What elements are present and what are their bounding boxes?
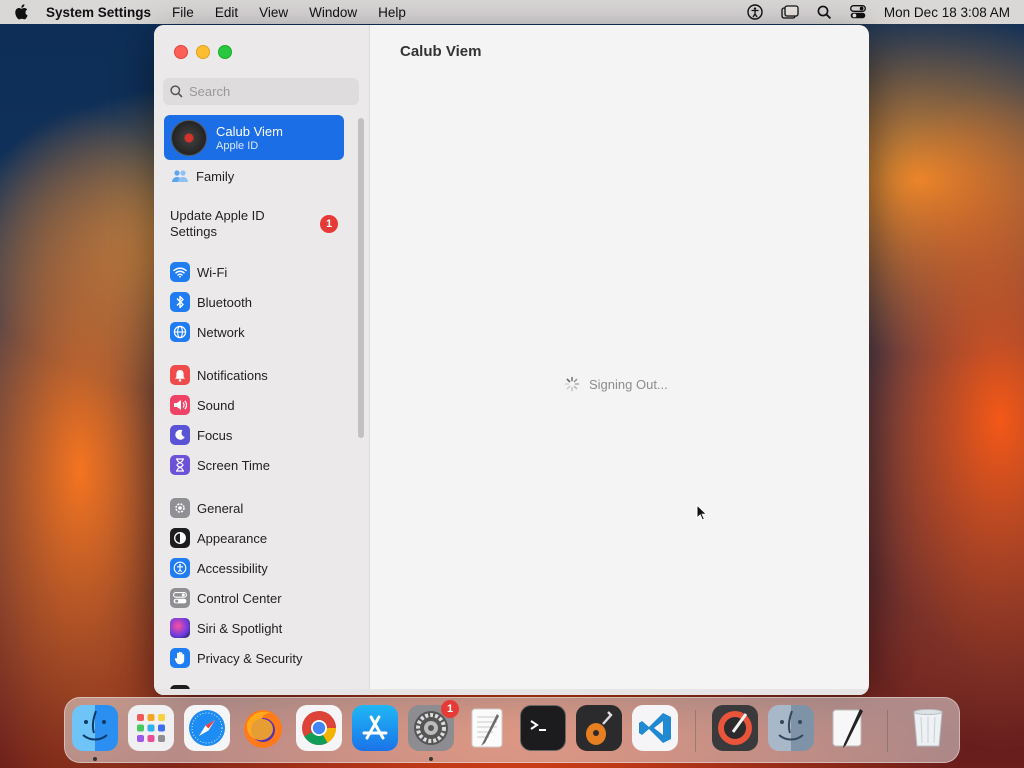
signing-out-status: Signing Out...: [564, 376, 668, 392]
sidebar-item-family[interactable]: Family: [170, 166, 234, 186]
dock-separator: [695, 710, 696, 752]
spinner-icon: [564, 376, 580, 392]
page-title: Calub Viem: [400, 43, 482, 60]
screen-mirroring-icon[interactable]: [781, 4, 799, 20]
dock-vscode-icon[interactable]: [632, 705, 678, 751]
mouse-cursor-icon: [696, 504, 708, 521]
menu-view[interactable]: View: [259, 5, 288, 20]
sidebar-item-privacy-security[interactable]: Privacy & Security: [170, 648, 302, 668]
sidebar-item-label: Focus: [197, 427, 233, 443]
moon-icon: [170, 425, 190, 445]
sidebar-item-label: Accessibility: [197, 560, 268, 576]
hand-icon: [170, 648, 190, 668]
sidebar-item-sound[interactable]: Sound: [170, 395, 235, 415]
appearance-icon: [170, 528, 190, 548]
sidebar-item-label: Control Center: [197, 590, 282, 606]
sidebar-item-network[interactable]: Network: [170, 322, 245, 342]
dock-script-editor-icon[interactable]: [824, 705, 870, 751]
sidebar-item-general[interactable]: General: [170, 498, 243, 518]
sidebar-item-siri-spotlight[interactable]: Siri & Spotlight: [170, 618, 282, 638]
family-icon: [170, 166, 190, 186]
dock: 1: [64, 697, 960, 763]
sidebar-item-label: Wi-Fi: [197, 264, 228, 280]
dock-garageband-icon[interactable]: [576, 705, 622, 751]
dock-textedit-icon[interactable]: [464, 705, 510, 751]
bell-icon: [170, 365, 190, 385]
sidebar-item-appearance[interactable]: Appearance: [170, 528, 267, 548]
sidebar-item-label: Notifications: [197, 367, 268, 383]
dock-running-indicator: [93, 757, 97, 761]
sidebar-item-wifi[interactable]: Wi-Fi: [170, 262, 227, 282]
sidebar: Search Calub Viem Apple ID Family Update…: [154, 25, 370, 695]
status-text: Signing Out...: [589, 376, 668, 392]
menu-edit[interactable]: Edit: [215, 5, 238, 20]
sidebar-item-label: Privacy & Security: [197, 650, 303, 666]
sidebar-item-label: Network: [197, 324, 245, 340]
sidebar-item-notifications[interactable]: Notifications: [170, 365, 268, 385]
dock-firefox-icon[interactable]: [240, 705, 286, 751]
sidebar-item-label: Sound: [197, 397, 235, 413]
hourglass-icon: [170, 455, 190, 475]
gear-icon: [170, 498, 190, 518]
sidebar-item-label: Family: [196, 168, 235, 184]
dock-separator: [887, 710, 888, 752]
dock-finder-alt-icon[interactable]: [768, 705, 814, 751]
sidebar-item-accessibility[interactable]: Accessibility: [170, 558, 268, 578]
dock-trash-icon[interactable]: [905, 705, 951, 751]
search-field[interactable]: Search: [163, 78, 359, 105]
siri-icon: [170, 618, 190, 638]
search-icon: [170, 85, 183, 98]
spotlight-search-icon[interactable]: [817, 5, 832, 20]
accessibility-icon: [170, 558, 190, 578]
zoom-button[interactable]: [218, 45, 232, 59]
dock-terminal-icon[interactable]: [520, 705, 566, 751]
dock-app-store-icon[interactable]: [352, 705, 398, 751]
sidebar-item-label: Screen Time: [197, 457, 270, 473]
control-center-icon: [170, 588, 190, 608]
network-globe-icon: [170, 322, 190, 342]
close-button[interactable]: [174, 45, 188, 59]
dock-chrome-icon[interactable]: [296, 705, 342, 751]
apple-menu-icon[interactable]: [14, 4, 28, 20]
profile-name: Calub Viem: [216, 123, 283, 139]
dock-finder-icon[interactable]: [72, 705, 118, 751]
sidebar-item-label: Bluetooth: [197, 294, 252, 310]
sidebar-item-label: Appearance: [197, 530, 268, 546]
minimize-button[interactable]: [196, 45, 210, 59]
profile-subtitle: Apple ID: [216, 139, 259, 152]
sidebar-item-control-center[interactable]: Control Center: [170, 588, 282, 608]
menu-clock[interactable]: Mon Dec 18 3:08 AM: [884, 5, 1010, 20]
menu-window[interactable]: Window: [309, 5, 357, 20]
sidebar-item-label: General: [197, 500, 244, 516]
menu-bar: System Settings File Edit View Window He…: [0, 0, 1024, 24]
dock-settings-badge: 1: [441, 700, 459, 718]
dock-launchpad-icon[interactable]: [128, 705, 174, 751]
dock-safari-icon[interactable]: [184, 705, 230, 751]
bluetooth-icon: [170, 292, 190, 312]
menu-file[interactable]: File: [172, 5, 194, 20]
sidebar-scrollbar[interactable]: [358, 118, 364, 438]
avatar: [171, 119, 207, 156]
window-controls: [174, 45, 232, 59]
accessibility-status-icon[interactable]: [747, 4, 763, 20]
menu-help[interactable]: Help: [378, 5, 406, 20]
dock-color-meter-icon[interactable]: [712, 705, 758, 751]
window-bottom-edge: [154, 689, 869, 695]
menu-app-name[interactable]: System Settings: [46, 5, 151, 20]
sidebar-item-bluetooth[interactable]: Bluetooth: [170, 292, 252, 312]
dock-running-indicator: [429, 757, 433, 761]
sidebar-item-update-apple-id[interactable]: Update Apple ID Settings: [170, 208, 290, 240]
speaker-icon: [170, 395, 190, 415]
search-placeholder: Search: [189, 84, 231, 99]
sidebar-item-screen-time[interactable]: Screen Time: [170, 455, 270, 475]
sidebar-item-focus[interactable]: Focus: [170, 425, 232, 445]
update-badge: 1: [320, 215, 338, 233]
wifi-icon: [170, 262, 190, 282]
control-center-icon[interactable]: [849, 5, 866, 19]
sidebar-item-apple-id[interactable]: Calub Viem Apple ID: [164, 115, 344, 160]
sidebar-item-label: Siri & Spotlight: [197, 620, 283, 636]
sidebar-item-label: Update Apple ID Settings: [170, 208, 265, 239]
settings-window: Search Calub Viem Apple ID Family Update…: [154, 25, 869, 695]
